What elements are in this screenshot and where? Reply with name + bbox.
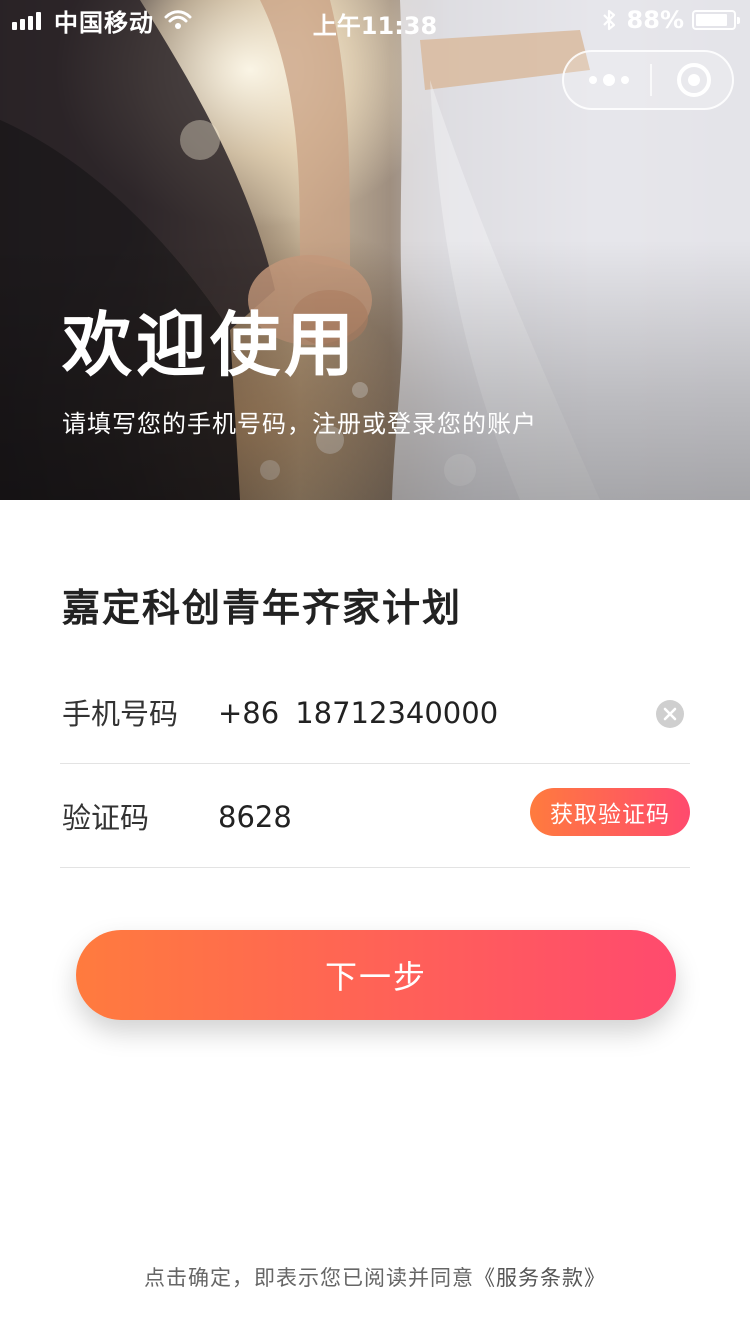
- bluetooth-icon: [602, 9, 615, 31]
- country-code: +86: [218, 696, 280, 730]
- get-code-button[interactable]: 获取验证码: [530, 788, 690, 836]
- battery-fill: [696, 14, 728, 26]
- hero-banner: 中国移动 上午11:38 88% 欢迎使用 请填写您的手机号码，注册或登录您的账…: [0, 0, 750, 500]
- form-title: 嘉定科创青年齐家计划: [62, 586, 463, 630]
- mini-program-capsule: [562, 50, 734, 110]
- capsule-divider: [650, 64, 652, 96]
- agreement-text: 点击确定，即表示您已阅读并同意《服务条款》: [0, 1262, 750, 1294]
- more-icon[interactable]: [586, 52, 632, 108]
- close-mini-program-icon[interactable]: [676, 62, 712, 98]
- phone-label: 手机号码: [62, 697, 179, 731]
- terms-link[interactable]: 《服务条款》: [474, 1266, 606, 1290]
- battery-icon: [692, 10, 740, 30]
- agreement-prefix: 点击确定，即表示您已阅读并同意: [144, 1266, 474, 1290]
- phone-number: 18712340000: [295, 696, 499, 730]
- code-row: 验证码 8628 获取验证码: [60, 768, 690, 868]
- code-label: 验证码: [62, 801, 150, 835]
- hero-title: 欢迎使用: [62, 304, 358, 386]
- status-right: 88%: [601, 6, 740, 34]
- hero-subtitle: 请填写您的手机号码，注册或登录您的账户: [62, 410, 537, 438]
- clear-icon[interactable]: [656, 700, 684, 728]
- login-page: 中国移动 上午11:38 88% 欢迎使用 请填写您的手机号码，注册或登录您的账…: [0, 0, 750, 1334]
- phone-input[interactable]: +86 18712340000: [218, 692, 498, 734]
- code-input[interactable]: 8628: [218, 796, 292, 838]
- phone-row: 手机号码 +86 18712340000: [60, 664, 690, 764]
- next-step-button[interactable]: 下一步: [76, 930, 676, 1020]
- status-bar: 中国移动 上午11:38 88%: [0, 0, 750, 40]
- battery-percent: 88%: [626, 6, 684, 34]
